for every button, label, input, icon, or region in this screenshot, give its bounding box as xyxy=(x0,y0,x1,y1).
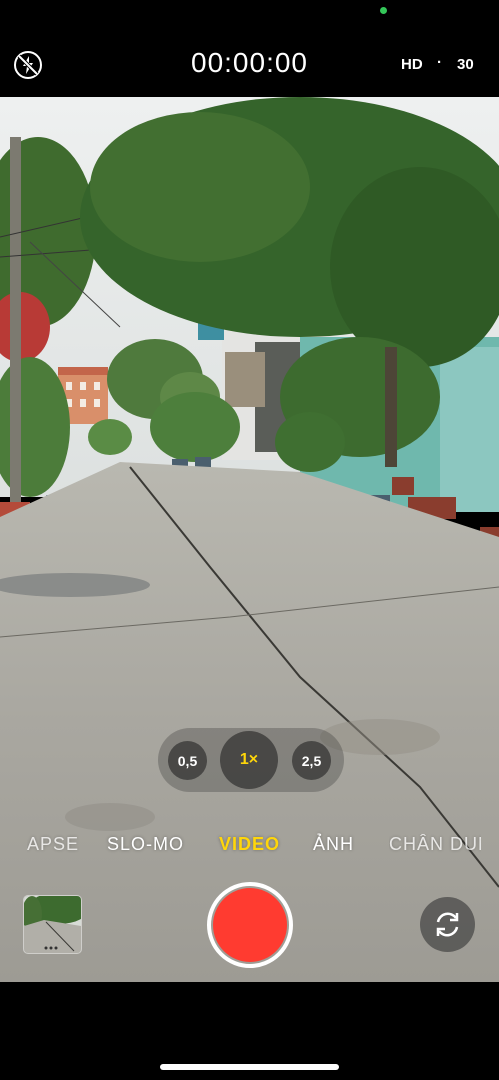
photo-thumbnail[interactable] xyxy=(23,895,82,954)
resolution-toggle[interactable]: HD xyxy=(401,56,423,73)
camera-flip-button[interactable] xyxy=(420,897,475,952)
home-indicator[interactable] xyxy=(160,1064,339,1070)
frame-rate-toggle[interactable]: 30 xyxy=(457,56,474,73)
mode-slo-mo[interactable]: SLO-MO xyxy=(107,834,184,855)
mode-portrait[interactable]: CHÂN DUNG xyxy=(389,834,481,855)
zoom-1x-button[interactable]: 1× xyxy=(220,731,278,789)
camera-flip-icon xyxy=(436,912,459,937)
recording-timer: 00:00:00 xyxy=(191,47,308,78)
format-separator: · xyxy=(437,54,442,71)
mode-photo[interactable]: ẢNH xyxy=(313,834,354,855)
zoom-0-5-button[interactable]: 0,5 xyxy=(168,741,207,780)
camera-in-use-indicator xyxy=(380,7,387,14)
mode-timelapse[interactable]: LAPSE xyxy=(27,834,79,855)
zoom-2-5-button[interactable]: 2,5 xyxy=(292,741,331,780)
record-button[interactable] xyxy=(213,888,287,962)
top-bar: 00:00:00 HD · 30 xyxy=(0,0,499,97)
mode-video[interactable]: VIDEO xyxy=(219,834,280,855)
